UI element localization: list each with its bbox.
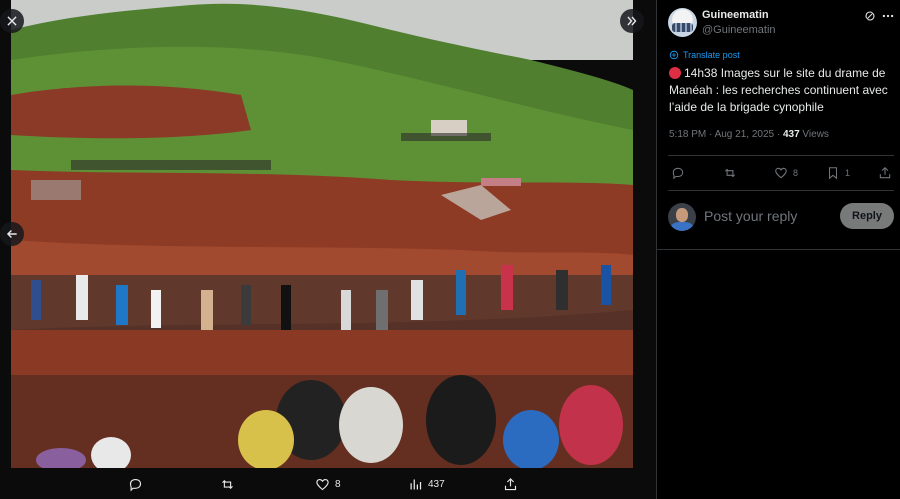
divider — [668, 190, 894, 191]
close-button[interactable] — [0, 9, 24, 33]
post-like-count: 8 — [793, 168, 799, 178]
post-timestamp[interactable]: 5:18 PM · Aug 21, 2025 · — [669, 129, 783, 140]
translate-icon — [669, 50, 679, 60]
media-repost-button[interactable] — [220, 477, 240, 492]
media-like-count: 8 — [335, 479, 341, 490]
media-share-button[interactable] — [503, 477, 518, 492]
media-reply-button[interactable] — [128, 477, 148, 492]
author-display-name[interactable]: Guineematin — [702, 9, 769, 21]
post-body: 14h38 Images sur le site du drame de Man… — [669, 65, 897, 116]
post-bookmark-count: 1 — [845, 168, 851, 178]
share-icon — [504, 478, 517, 491]
media-like-button[interactable]: 8 — [315, 477, 341, 492]
post-reply-button[interactable] — [671, 166, 685, 180]
post-text: 14h38 Images sur le site du drame de Man… — [669, 66, 888, 114]
post-bookmark-button[interactable]: 1 — [826, 166, 850, 180]
post-like-button[interactable]: 8 — [774, 166, 798, 180]
post-panel: Guineematin @Guineematin Translate post … — [656, 0, 900, 499]
media-views-button[interactable]: 437 — [408, 477, 445, 492]
grok-icon[interactable] — [864, 10, 876, 22]
more-icon[interactable] — [881, 9, 895, 23]
red-circle-emoji-icon — [669, 67, 681, 79]
post-repost-button[interactable] — [723, 166, 737, 180]
close-icon — [7, 16, 17, 26]
author-handle[interactable]: @Guineematin — [702, 24, 776, 36]
reply-icon — [672, 167, 684, 180]
divider — [657, 249, 900, 250]
current-user-avatar[interactable] — [668, 203, 696, 231]
views-icon — [410, 479, 422, 490]
media-viewer: 8 437 — [0, 0, 656, 499]
divider — [668, 155, 894, 156]
previous-media-button[interactable] — [0, 222, 24, 246]
reply-icon — [129, 478, 142, 492]
reply-submit-button[interactable]: Reply — [840, 203, 894, 229]
expand-panel-button[interactable] — [620, 9, 644, 33]
media-views-count: 437 — [428, 479, 445, 490]
photo-illustration — [11, 0, 633, 468]
translate-label: Translate post — [683, 50, 740, 60]
expand-icon — [627, 16, 637, 26]
post-views-count: 437 — [782, 129, 800, 140]
translate-post-link[interactable]: Translate post — [669, 50, 740, 60]
reply-input[interactable]: Post your reply — [704, 208, 797, 224]
repost-icon — [724, 168, 736, 178]
bookmark-icon — [828, 167, 838, 180]
post-share-button[interactable] — [878, 166, 892, 180]
like-icon — [775, 167, 787, 179]
author-avatar[interactable] — [668, 8, 697, 37]
landslide-photo — [11, 0, 633, 468]
repost-icon — [222, 479, 233, 490]
prev-arrow-icon — [6, 230, 17, 238]
media-action-bar: 8 437 — [0, 470, 656, 499]
post-meta: 5:18 PM · Aug 21, 2025 · 437 Views — [669, 129, 829, 140]
post-views-label: Views — [799, 129, 829, 140]
share-icon — [879, 167, 891, 179]
like-icon — [316, 478, 329, 491]
